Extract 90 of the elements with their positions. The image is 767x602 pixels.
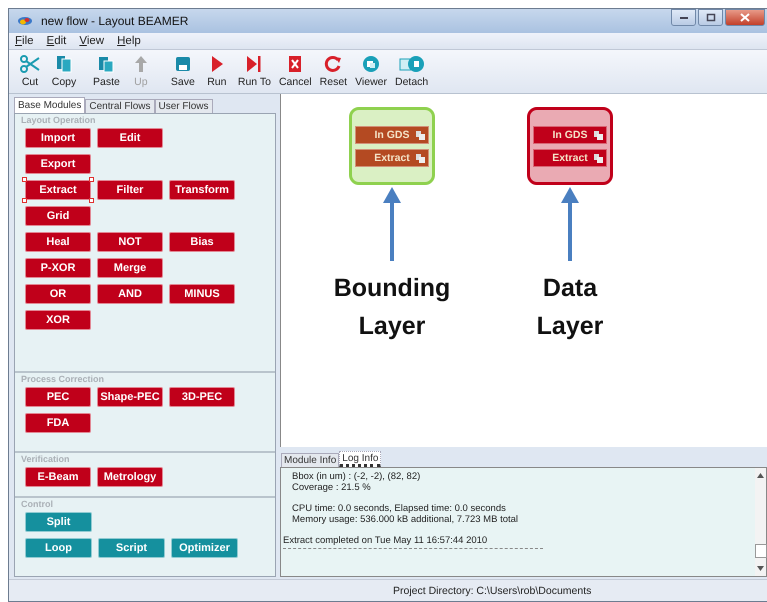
copy-icon bbox=[594, 154, 603, 162]
log-line: CPU time: 0.0 seconds, Elapsed time: 0.0 seconds bbox=[291, 503, 507, 514]
tab[interactable]: Module Info bbox=[281, 453, 340, 467]
maximize-icon bbox=[706, 13, 716, 22]
module-button[interactable]: Heal bbox=[25, 232, 91, 252]
flow-block[interactable]: Extract bbox=[533, 148, 607, 166]
tab[interactable]: Log Info bbox=[339, 451, 382, 467]
module-button[interactable]: Script bbox=[98, 538, 165, 558]
toolbar-button[interactable]: Reset bbox=[316, 55, 352, 88]
flow-node[interactable]: In GDS Extract bbox=[527, 107, 613, 185]
module-button[interactable]: Bias bbox=[169, 232, 235, 252]
module-button[interactable]: OR bbox=[25, 284, 91, 304]
toolbar-button[interactable]: Paste bbox=[89, 55, 124, 88]
module-button[interactable]: MINUS bbox=[169, 284, 235, 304]
maximize-button[interactable] bbox=[698, 9, 723, 26]
scrollbar[interactable] bbox=[755, 468, 766, 576]
up-arrow-icon bbox=[134, 55, 148, 73]
minimize-icon bbox=[678, 16, 688, 20]
toolbar-button[interactable]: Cut bbox=[13, 55, 47, 88]
play-to-end-icon bbox=[246, 55, 262, 73]
flow-block[interactable]: Extract bbox=[355, 148, 429, 166]
viewer-icon bbox=[362, 55, 380, 73]
log-line: Bbox (in um) : (-2, -2), (82, 82) bbox=[291, 471, 422, 482]
tab[interactable]: Central Flows bbox=[85, 99, 155, 113]
scroll-up-icon bbox=[757, 473, 764, 478]
toolbar-button[interactable]: Viewer bbox=[351, 55, 391, 88]
toolbar-button[interactable]: Copy bbox=[47, 55, 81, 88]
module-button[interactable]: 3D-PEC bbox=[169, 387, 235, 407]
module-button[interactable]: P-XOR bbox=[25, 258, 91, 278]
section-title: Layout Operation bbox=[21, 116, 97, 125]
menu-item[interactable]: View bbox=[79, 35, 104, 47]
module-button[interactable]: Transform bbox=[169, 180, 235, 200]
reset-icon bbox=[324, 55, 342, 73]
app-logo-icon bbox=[17, 15, 33, 27]
module-button[interactable]: Extract bbox=[25, 180, 91, 200]
detach-icon bbox=[398, 55, 425, 73]
log-line: Memory usage: 536.000 kB additional, 7.723 MB total bbox=[291, 514, 520, 525]
log-line: Coverage : 21.5 % bbox=[291, 482, 372, 493]
flow-block[interactable]: In GDS bbox=[533, 126, 607, 144]
copy-icon bbox=[416, 130, 425, 140]
scissors-icon bbox=[20, 55, 40, 73]
save-icon bbox=[174, 55, 191, 73]
module-button[interactable]: FDA bbox=[25, 413, 91, 433]
menu-item[interactable]: File bbox=[15, 35, 34, 47]
copy-icon bbox=[594, 130, 603, 140]
module-button[interactable]: Import bbox=[25, 128, 91, 148]
copy-icon bbox=[56, 55, 72, 73]
menu-item[interactable]: Edit bbox=[46, 35, 66, 47]
module-button[interactable]: Optimizer bbox=[171, 538, 238, 558]
module-button[interactable]: NOT bbox=[97, 232, 163, 252]
module-button[interactable]: E-Beam bbox=[25, 467, 91, 487]
scroll-thumb[interactable] bbox=[754, 544, 766, 558]
scroll-down-icon bbox=[757, 566, 764, 571]
toolbar-button[interactable]: Run To bbox=[234, 55, 275, 88]
toolbar-button[interactable]: Cancel bbox=[274, 55, 316, 88]
copy-icon bbox=[416, 154, 425, 162]
tab[interactable]: User Flows bbox=[154, 99, 213, 113]
flow-node[interactable]: In GDS Extract bbox=[349, 107, 435, 185]
section-title: Process Correction bbox=[21, 375, 106, 384]
close-button[interactable] bbox=[725, 9, 765, 26]
flow-block[interactable]: In GDS bbox=[355, 126, 429, 144]
layer-caption: Bounding Layer bbox=[334, 273, 450, 342]
module-button[interactable]: Metrology bbox=[97, 467, 163, 487]
minimize-button[interactable] bbox=[671, 9, 696, 26]
module-button[interactable]: Edit bbox=[97, 128, 163, 148]
tab[interactable]: Base Modules bbox=[14, 97, 86, 113]
module-button[interactable]: AND bbox=[97, 284, 163, 304]
paste-icon bbox=[98, 55, 114, 73]
log-line: Extract completed on Tue May 11 16:57:44 2010 bbox=[283, 535, 488, 546]
layer-caption: Data Layer bbox=[536, 273, 604, 342]
cancel-icon bbox=[288, 55, 302, 73]
menu-item[interactable]: Help bbox=[117, 35, 141, 47]
module-button[interactable]: Split bbox=[25, 512, 92, 532]
module-button[interactable]: Loop bbox=[25, 538, 92, 558]
module-button[interactable]: Grid bbox=[25, 206, 91, 226]
module-button[interactable]: Shape-PEC bbox=[97, 387, 163, 407]
module-button[interactable]: Filter bbox=[97, 180, 163, 200]
module-button[interactable]: Export bbox=[25, 154, 91, 174]
section-title: Control bbox=[21, 500, 54, 509]
module-button[interactable]: PEC bbox=[25, 387, 91, 407]
toolbar-button[interactable]: Save bbox=[166, 55, 200, 88]
section-title: Verification bbox=[21, 455, 71, 464]
toolbar-button[interactable]: Detach bbox=[390, 55, 432, 88]
close-icon bbox=[740, 13, 750, 22]
window-title: new flow - Layout BEAMER bbox=[41, 14, 188, 28]
play-icon bbox=[210, 55, 224, 73]
toolbar-button[interactable]: Run bbox=[200, 55, 234, 88]
module-button[interactable]: XOR bbox=[25, 310, 91, 330]
status-text: Project Directory: C:\Users\rob\Documents bbox=[393, 584, 592, 596]
module-button[interactable]: Merge bbox=[97, 258, 163, 278]
